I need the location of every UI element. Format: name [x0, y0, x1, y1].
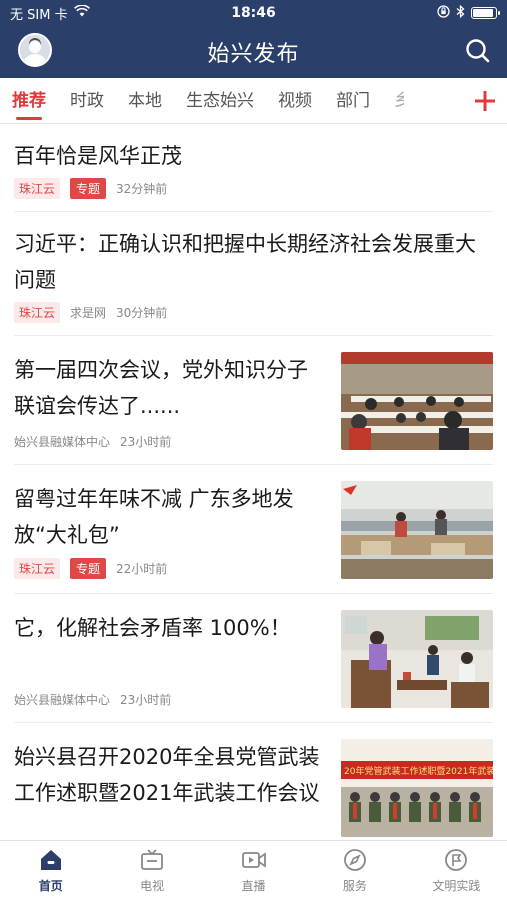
tab-politics[interactable]: 时政	[70, 78, 104, 123]
app-header: 始兴发布	[0, 26, 507, 78]
nav-live-label: 直播	[241, 879, 266, 893]
news-item[interactable]: 留粤过年年味不减 广东多地发放“大礼包” 珠江云 专题 22小时前	[14, 465, 493, 594]
source-tag: 珠江云	[14, 178, 61, 199]
news-meta: 珠江云 专题 32分钟前	[14, 178, 493, 199]
news-thumbnail	[341, 610, 493, 708]
compass-icon	[344, 849, 366, 871]
news-item[interactable]: 第一届四次会议，党外知识分子联谊会传达了...... 始兴县融媒体中心 23小时…	[14, 336, 493, 465]
news-time: 30分钟前	[116, 306, 168, 320]
search-icon	[466, 39, 490, 63]
source-tag: 珠江云	[14, 302, 61, 323]
search-button[interactable]	[463, 36, 493, 66]
user-avatar[interactable]	[18, 33, 52, 67]
tv-icon	[141, 849, 164, 870]
home-icon	[40, 850, 61, 870]
nav-home-label: 首页	[38, 879, 63, 893]
nav-civilization-label: 文明实践	[432, 879, 481, 893]
news-item[interactable]: 百年恰是风华正茂 珠江云 专题 32分钟前	[14, 124, 493, 212]
news-meta: 始兴县融媒体中心 23小时前	[14, 691, 324, 708]
battery-icon	[471, 7, 500, 19]
tab-recommended[interactable]: 推荐	[12, 78, 46, 123]
news-title: 它，化解社会矛盾率 100%！	[14, 616, 291, 640]
tab-local[interactable]: 本地	[128, 78, 162, 123]
status-bar: 无 SIM 卡 18:46	[0, 0, 507, 26]
tab-video[interactable]: 视频	[278, 78, 312, 123]
tab-township[interactable]: 乡	[394, 78, 404, 123]
flag-icon	[445, 849, 468, 871]
news-item[interactable]: 它，化解社会矛盾率 100%！ 始兴县融媒体中心 23小时前	[14, 594, 493, 723]
nav-civilization[interactable]: 文明实践	[406, 841, 507, 900]
news-title: 习近平：正确认识和把握中长期经济社会发展重大问题	[14, 232, 476, 292]
add-channel-button[interactable]	[463, 78, 507, 123]
bluetooth-icon	[456, 4, 465, 22]
news-time: 32分钟前	[116, 182, 168, 196]
news-time: 23小时前	[120, 435, 172, 449]
nav-tv[interactable]: 电视	[101, 841, 202, 900]
wifi-icon	[73, 4, 90, 21]
news-title: 第一届四次会议，党外知识分子联谊会传达了......	[14, 358, 308, 418]
news-title: 始兴县召开2020年全县党管武装工作述职暨2021年武装工作会议	[14, 745, 320, 805]
nav-live[interactable]: 直播	[203, 841, 304, 900]
category-tabs: 推荐 时政 本地 生态始兴 视频 部门 乡	[0, 78, 507, 124]
news-thumbnail: 20年党管武装工作述职暨2021年武装	[341, 739, 493, 837]
news-meta: 始兴县融媒体中心 23小时前	[14, 433, 324, 450]
topic-tag: 专题	[70, 178, 107, 199]
bottom-nav: 首页 电视 直播 服务 文明实践	[0, 840, 507, 900]
carrier-label: 无 SIM 卡	[10, 7, 68, 23]
tab-departments[interactable]: 部门	[336, 78, 370, 123]
news-time: 23小时前	[120, 693, 172, 707]
nav-home[interactable]: 首页	[0, 841, 101, 900]
source-tag: 珠江云	[14, 558, 61, 579]
nav-tv-label: 电视	[140, 879, 165, 893]
news-time: 22小时前	[116, 562, 168, 576]
news-publisher: 始兴县融媒体中心	[14, 693, 111, 707]
news-meta: 珠江云 专题 22小时前	[14, 558, 324, 579]
news-title: 留粤过年年味不减 广东多地发放“大礼包”	[14, 487, 294, 547]
news-meta: 珠江云 求是网 30分钟前	[14, 302, 493, 323]
nav-services-label: 服务	[342, 879, 367, 893]
orientation-lock-icon	[437, 4, 450, 22]
plus-icon	[475, 91, 495, 111]
news-thumbnail	[341, 352, 493, 450]
news-thumbnail	[341, 481, 493, 579]
news-publisher: 始兴县融媒体中心	[14, 435, 111, 449]
banner-text: 20年党管武装工作述职暨2021年武装	[344, 765, 493, 777]
news-item[interactable]: 始兴县召开2020年全县党管武装工作述职暨2021年武装工作会议 20年党管武装…	[14, 723, 493, 840]
news-item[interactable]: 习近平：正确认识和把握中长期经济社会发展重大问题 珠江云 求是网 30分钟前	[14, 212, 493, 336]
nav-services[interactable]: 服务	[304, 841, 405, 900]
live-icon	[241, 852, 266, 868]
news-title: 百年恰是风华正茂	[14, 144, 182, 168]
news-publisher: 求是网	[70, 306, 107, 320]
news-feed: 百年恰是风华正茂 珠江云 专题 32分钟前 习近平：正确认识和把握中长期经济社会…	[0, 124, 507, 840]
top-bar: 无 SIM 卡 18:46 始兴发布	[0, 0, 507, 78]
tab-ecology[interactable]: 生态始兴	[186, 78, 254, 123]
page-title: 始兴发布	[207, 42, 300, 67]
topic-tag: 专题	[70, 558, 107, 579]
